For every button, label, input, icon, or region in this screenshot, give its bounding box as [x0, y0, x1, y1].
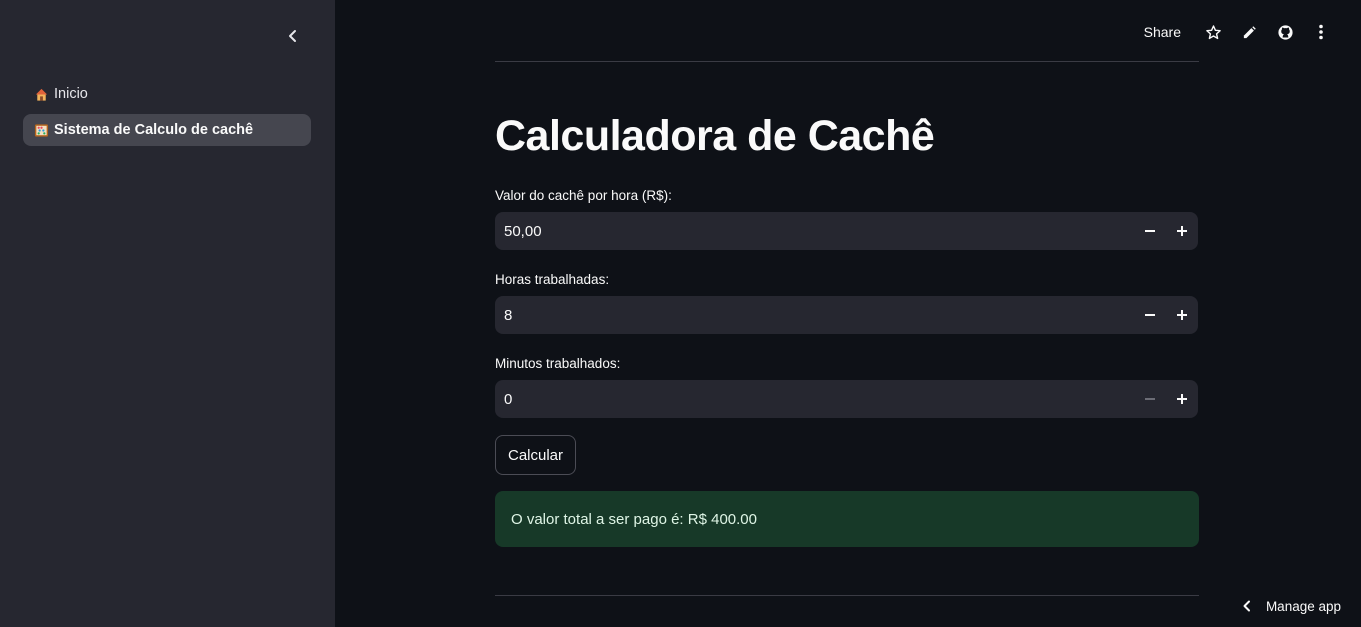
minus-icon [1145, 230, 1155, 232]
minus-icon [1145, 314, 1155, 316]
pencil-icon[interactable] [1231, 20, 1267, 44]
rate-label: Valor do cachê por hora (R$): [495, 188, 672, 203]
manage-app-label: Manage app [1265, 598, 1341, 614]
abacus-icon [33, 122, 49, 138]
plus-icon [1177, 226, 1187, 236]
sidebar-item-label: Sistema de Calculo de cachê [54, 122, 254, 138]
toolbar: Share [1144, 20, 1339, 44]
minutes-number-input [495, 380, 1198, 418]
collapse-sidebar-button[interactable] [282, 25, 304, 47]
chevron-left-icon [1242, 600, 1252, 612]
manage-app-button[interactable]: Manage app [1242, 595, 1341, 617]
rate-increment-button[interactable] [1166, 212, 1198, 250]
top-divider [495, 61, 1199, 62]
hours-decrement-button[interactable] [1134, 296, 1166, 334]
page-title: Calculadora de Cachê [495, 112, 935, 160]
sidebar-item-inicio[interactable]: Inicio [23, 78, 311, 110]
minutes-decrement-button[interactable] [1134, 380, 1166, 418]
more-vertical-icon[interactable] [1303, 20, 1339, 44]
success-alert: O valor total a ser pago é: R$ 400.00 [495, 491, 1199, 547]
plus-icon [1177, 310, 1187, 320]
sidebar-item-sistema[interactable]: Sistema de Calculo de cachê [23, 114, 311, 146]
calculate-button[interactable]: Calcular [495, 435, 576, 475]
hours-increment-button[interactable] [1166, 296, 1198, 334]
minutes-label: Minutos trabalhados: [495, 356, 621, 371]
result-text: O valor total a ser pago é: R$ 400.00 [511, 510, 757, 528]
house-icon [33, 86, 49, 102]
hours-label: Horas trabalhadas: [495, 272, 610, 287]
minus-icon [1145, 398, 1155, 400]
sidebar: Inicio Sistema de Calculo de cachê [0, 0, 335, 627]
rate-decrement-button[interactable] [1134, 212, 1166, 250]
sidebar-item-label: Inicio [54, 86, 88, 102]
minutes-input[interactable] [495, 390, 1134, 408]
rate-number-input [495, 212, 1198, 250]
share-button[interactable]: Share [1144, 24, 1181, 40]
star-icon[interactable] [1195, 20, 1231, 44]
rate-input[interactable] [495, 222, 1134, 240]
chevron-left-icon [289, 30, 296, 42]
minutes-increment-button[interactable] [1166, 380, 1198, 418]
hours-number-input [495, 296, 1198, 334]
plus-icon [1177, 394, 1187, 404]
hours-input[interactable] [495, 306, 1134, 324]
github-icon[interactable] [1267, 20, 1303, 44]
bottom-divider [495, 595, 1199, 596]
sidebar-nav: Inicio Sistema de Calculo de cachê [23, 78, 311, 150]
